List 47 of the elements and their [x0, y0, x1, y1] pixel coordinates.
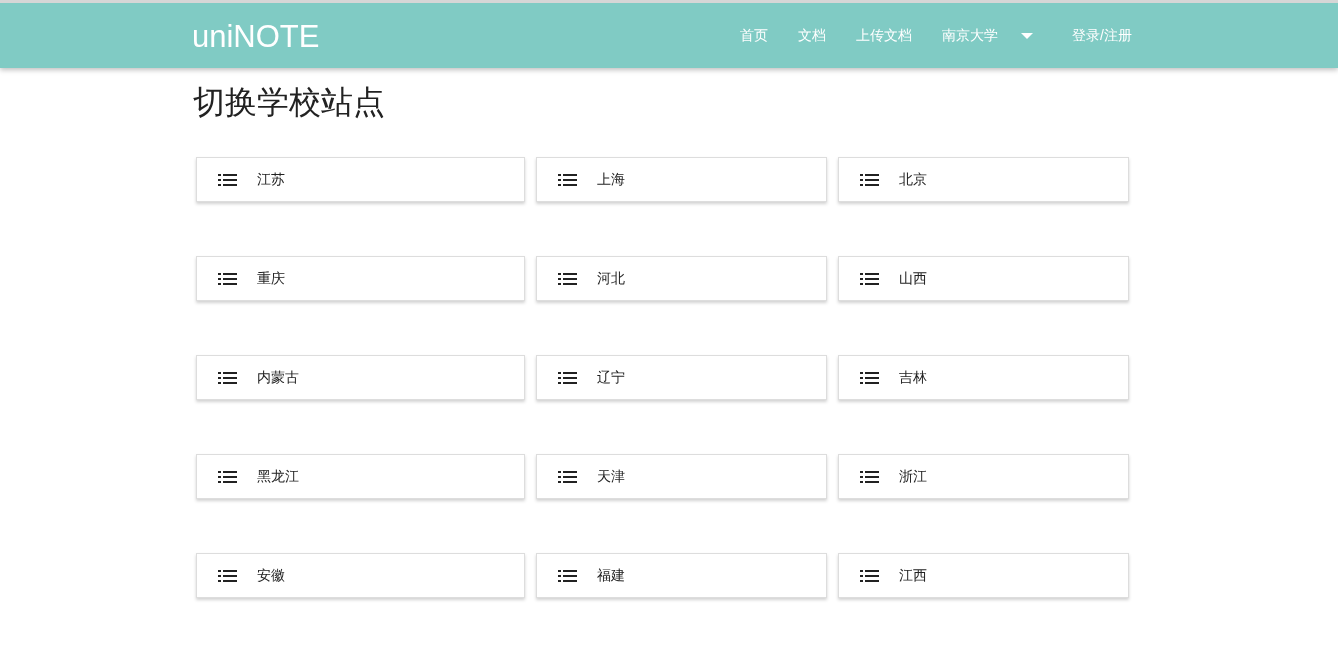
list-icon: [860, 371, 879, 384]
region-label: 江西: [899, 566, 927, 585]
region-card[interactable]: 吉林: [838, 355, 1129, 400]
region-label: 河北: [597, 269, 625, 288]
region-card[interactable]: 安徽: [196, 553, 525, 598]
list-icon: [218, 371, 237, 384]
list-icon: [218, 569, 237, 582]
region-label: 安徽: [257, 566, 285, 585]
region-card[interactable]: 辽宁: [536, 355, 827, 400]
list-icon: [860, 470, 879, 483]
region-card[interactable]: 黑龙江: [196, 454, 525, 499]
caret-icon[interactable]: [1020, 31, 1035, 40]
region-card[interactable]: 北京: [838, 157, 1129, 202]
list-icon: [860, 569, 879, 582]
region-card[interactable]: 上海: [536, 157, 827, 202]
region-label: 山西: [899, 269, 927, 288]
region-label: 福建: [597, 566, 625, 585]
list-icon: [218, 470, 237, 483]
list-icon: [558, 173, 577, 186]
region-card[interactable]: 山西: [838, 256, 1129, 301]
region-card[interactable]: 天津: [536, 454, 827, 499]
list-icon: [558, 272, 577, 285]
region-label: 天津: [597, 467, 625, 486]
region-card[interactable]: 重庆: [196, 256, 525, 301]
list-icon: [558, 371, 577, 384]
region-label: 黑龙江: [257, 467, 299, 486]
region-label: 江苏: [257, 170, 285, 189]
region-card[interactable]: 江西: [838, 553, 1129, 598]
region-card[interactable]: 内蒙古: [196, 355, 525, 400]
page-title: 切换学校站点: [193, 82, 386, 122]
region-card[interactable]: 浙江: [838, 454, 1129, 499]
region-label: 内蒙古: [257, 368, 299, 387]
list-icon: [558, 569, 577, 582]
region-label: 重庆: [257, 269, 285, 288]
region-label: 北京: [899, 170, 927, 189]
list-icon: [558, 470, 577, 483]
region-label: 辽宁: [597, 368, 625, 387]
region-card[interactable]: 河北: [536, 256, 827, 301]
region-label: 浙江: [899, 467, 927, 486]
region-card[interactable]: 江苏: [196, 157, 525, 202]
list-icon: [860, 173, 879, 186]
region-label: 吉林: [899, 368, 927, 387]
region-label: 上海: [597, 170, 625, 189]
list-icon: [218, 173, 237, 186]
list-icon: [860, 272, 879, 285]
list-icon: [218, 272, 237, 285]
region-card[interactable]: 福建: [536, 553, 827, 598]
